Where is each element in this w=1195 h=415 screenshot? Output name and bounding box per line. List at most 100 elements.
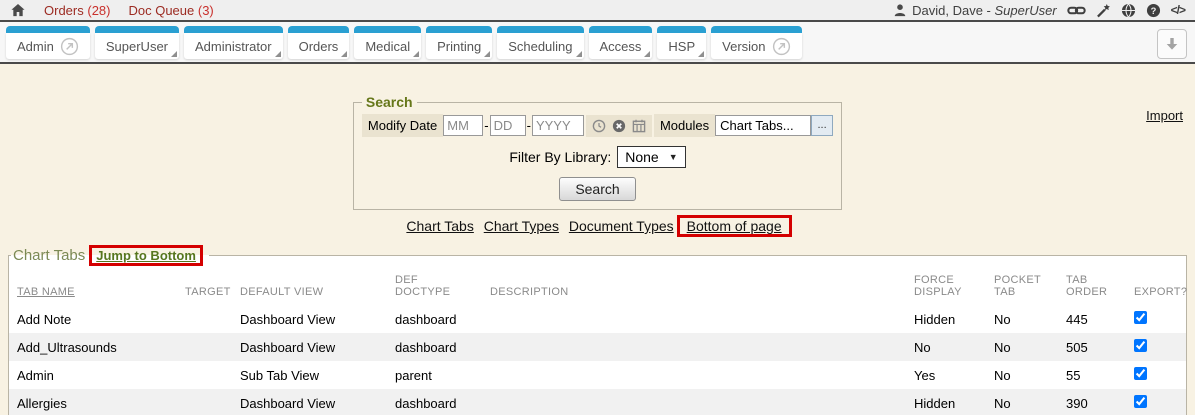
cell-export bbox=[1126, 305, 1186, 333]
modules-label: Modules bbox=[654, 114, 715, 137]
cell-force-display: No bbox=[906, 333, 986, 361]
tab-hsp[interactable]: HSP bbox=[657, 33, 706, 59]
cell-target bbox=[177, 361, 232, 389]
tab-orders[interactable]: Orders bbox=[288, 33, 350, 59]
link-document-types[interactable]: Document Types bbox=[569, 218, 674, 234]
import-link[interactable]: Import bbox=[1146, 108, 1183, 123]
chart-tabs-title: Chart Tabs bbox=[13, 247, 85, 264]
nav-doc-queue[interactable]: Doc Queue (3) bbox=[128, 3, 213, 18]
top-bar: Orders (28) Doc Queue (3) David, Dave - … bbox=[0, 0, 1195, 22]
cell-export bbox=[1126, 361, 1186, 389]
column-header: EXPORT? bbox=[1126, 266, 1186, 305]
module-tab-bar: Admin SuperUser Administrator Orders Med… bbox=[0, 22, 1195, 64]
column-header[interactable]: TAB NAME bbox=[9, 266, 177, 305]
modules-input[interactable] bbox=[715, 115, 811, 136]
export-checkbox[interactable] bbox=[1134, 367, 1147, 380]
clear-date-icon[interactable] bbox=[612, 119, 626, 133]
table-row[interactable]: Add NoteDashboard ViewdashboardHiddenNo4… bbox=[9, 305, 1186, 333]
tab-access[interactable]: Access bbox=[589, 33, 653, 59]
year-input[interactable] bbox=[532, 115, 584, 136]
table-row[interactable]: AdminSub Tab ViewparentYesNo55 bbox=[9, 361, 1186, 389]
cell-tab-order: 55 bbox=[1058, 361, 1126, 389]
wand-icon[interactable] bbox=[1096, 3, 1111, 18]
nav-orders[interactable]: Orders (28) bbox=[44, 3, 110, 18]
column-header: DEF DOCTYPE bbox=[387, 266, 482, 305]
column-header: FORCE DISPLAY bbox=[906, 266, 986, 305]
library-select[interactable]: None▼ bbox=[617, 146, 685, 168]
cell-target bbox=[177, 389, 232, 415]
cell-target bbox=[177, 333, 232, 361]
select-arrow-icon: ▼ bbox=[669, 152, 678, 162]
help-icon[interactable]: ? bbox=[1146, 3, 1161, 18]
cell-export bbox=[1126, 333, 1186, 361]
cell-description bbox=[482, 361, 906, 389]
modules-picker-button[interactable]: ... bbox=[811, 115, 833, 136]
code-icon[interactable]: </> bbox=[1171, 3, 1185, 17]
cell-def-doctype: dashboard bbox=[387, 389, 482, 415]
tab-admin[interactable]: Admin bbox=[6, 33, 90, 59]
cell-default-view: Dashboard View bbox=[232, 389, 387, 415]
table-row[interactable]: Add_Ultrasounds Dashboard Viewdashboard No… bbox=[9, 333, 1186, 361]
link-chart-types[interactable]: Chart Types bbox=[484, 218, 559, 234]
tab-scheduling[interactable]: Scheduling bbox=[497, 33, 583, 59]
time-icon[interactable] bbox=[592, 119, 606, 133]
chart-tabs-table: TAB NAMETARGETDEFAULT VIEWDEF DOCTYPEDES… bbox=[9, 266, 1186, 415]
link-icon[interactable] bbox=[1067, 4, 1086, 17]
table-row[interactable]: AllergiesDashboard ViewdashboardHiddenNo… bbox=[9, 389, 1186, 415]
cell-export bbox=[1126, 389, 1186, 415]
cell-force-display: Yes bbox=[906, 361, 986, 389]
open-new-window-icon bbox=[772, 37, 791, 56]
annotation-highlight: Jump to Bottom bbox=[89, 245, 203, 266]
column-header: DESCRIPTION bbox=[482, 266, 906, 305]
tab-superuser[interactable]: SuperUser bbox=[95, 33, 179, 59]
cell-def-doctype: dashboard bbox=[387, 333, 482, 361]
orders-count: (28) bbox=[87, 3, 110, 18]
cell-default-view: Dashboard View bbox=[232, 333, 387, 361]
column-header: TAB ORDER bbox=[1058, 266, 1126, 305]
cell-tab-name: Add Note bbox=[9, 305, 177, 333]
cell-default-view: Sub Tab View bbox=[232, 361, 387, 389]
cell-def-doctype: parent bbox=[387, 361, 482, 389]
export-checkbox[interactable] bbox=[1134, 339, 1147, 352]
export-checkbox[interactable] bbox=[1134, 395, 1147, 408]
export-checkbox[interactable] bbox=[1134, 311, 1147, 324]
cell-target bbox=[177, 305, 232, 333]
calendar-icon[interactable] bbox=[632, 119, 646, 133]
link-bottom-of-page[interactable]: Bottom of page bbox=[687, 218, 782, 234]
cell-description bbox=[482, 305, 906, 333]
tab-administrator[interactable]: Administrator bbox=[184, 33, 283, 59]
month-input[interactable] bbox=[443, 115, 483, 136]
column-header: DEFAULT VIEW bbox=[232, 266, 387, 305]
home-icon[interactable] bbox=[10, 3, 26, 18]
cell-def-doctype: dashboard bbox=[387, 305, 482, 333]
table-body: Add NoteDashboard ViewdashboardHiddenNo4… bbox=[9, 305, 1186, 415]
down-arrow-icon bbox=[1164, 36, 1180, 52]
globe-icon[interactable] bbox=[1121, 3, 1136, 18]
download-button[interactable] bbox=[1157, 29, 1187, 59]
column-header: POCKET TAB bbox=[986, 266, 1058, 305]
cell-pocket-tab: No bbox=[986, 305, 1058, 333]
main-content: Import Search Modify Date - - Modules bbox=[0, 94, 1195, 415]
annotation-highlight: Bottom of page bbox=[677, 215, 792, 237]
svg-text:?: ? bbox=[1150, 5, 1156, 15]
day-input[interactable] bbox=[490, 115, 526, 136]
search-button[interactable]: Search bbox=[559, 177, 635, 201]
cell-pocket-tab: No bbox=[986, 389, 1058, 415]
section-links: Chart Tabs Chart Types Document Types Bot… bbox=[0, 215, 1195, 237]
tab-printing[interactable]: Printing bbox=[426, 33, 492, 59]
date-tools bbox=[586, 115, 652, 137]
jump-to-bottom-link[interactable]: Jump to Bottom bbox=[96, 248, 196, 263]
cell-force-display: Hidden bbox=[906, 305, 986, 333]
tab-medical[interactable]: Medical bbox=[354, 33, 421, 59]
table-header-row: TAB NAMETARGETDEFAULT VIEWDEF DOCTYPEDES… bbox=[9, 266, 1186, 305]
search-legend: Search bbox=[362, 94, 417, 110]
column-header: TARGET bbox=[177, 266, 232, 305]
filter-by-library-label: Filter By Library: bbox=[509, 149, 611, 165]
search-panel: Search Modify Date - - Modules ... bbox=[353, 94, 842, 210]
cell-tab-name: Add_Ultrasounds bbox=[9, 333, 177, 361]
link-chart-tabs[interactable]: Chart Tabs bbox=[406, 218, 473, 234]
cell-tab-order: 390 bbox=[1058, 389, 1126, 415]
tab-version[interactable]: Version bbox=[711, 33, 801, 59]
user-info: David, Dave - SuperUser bbox=[893, 3, 1057, 18]
cell-tab-order: 445 bbox=[1058, 305, 1126, 333]
